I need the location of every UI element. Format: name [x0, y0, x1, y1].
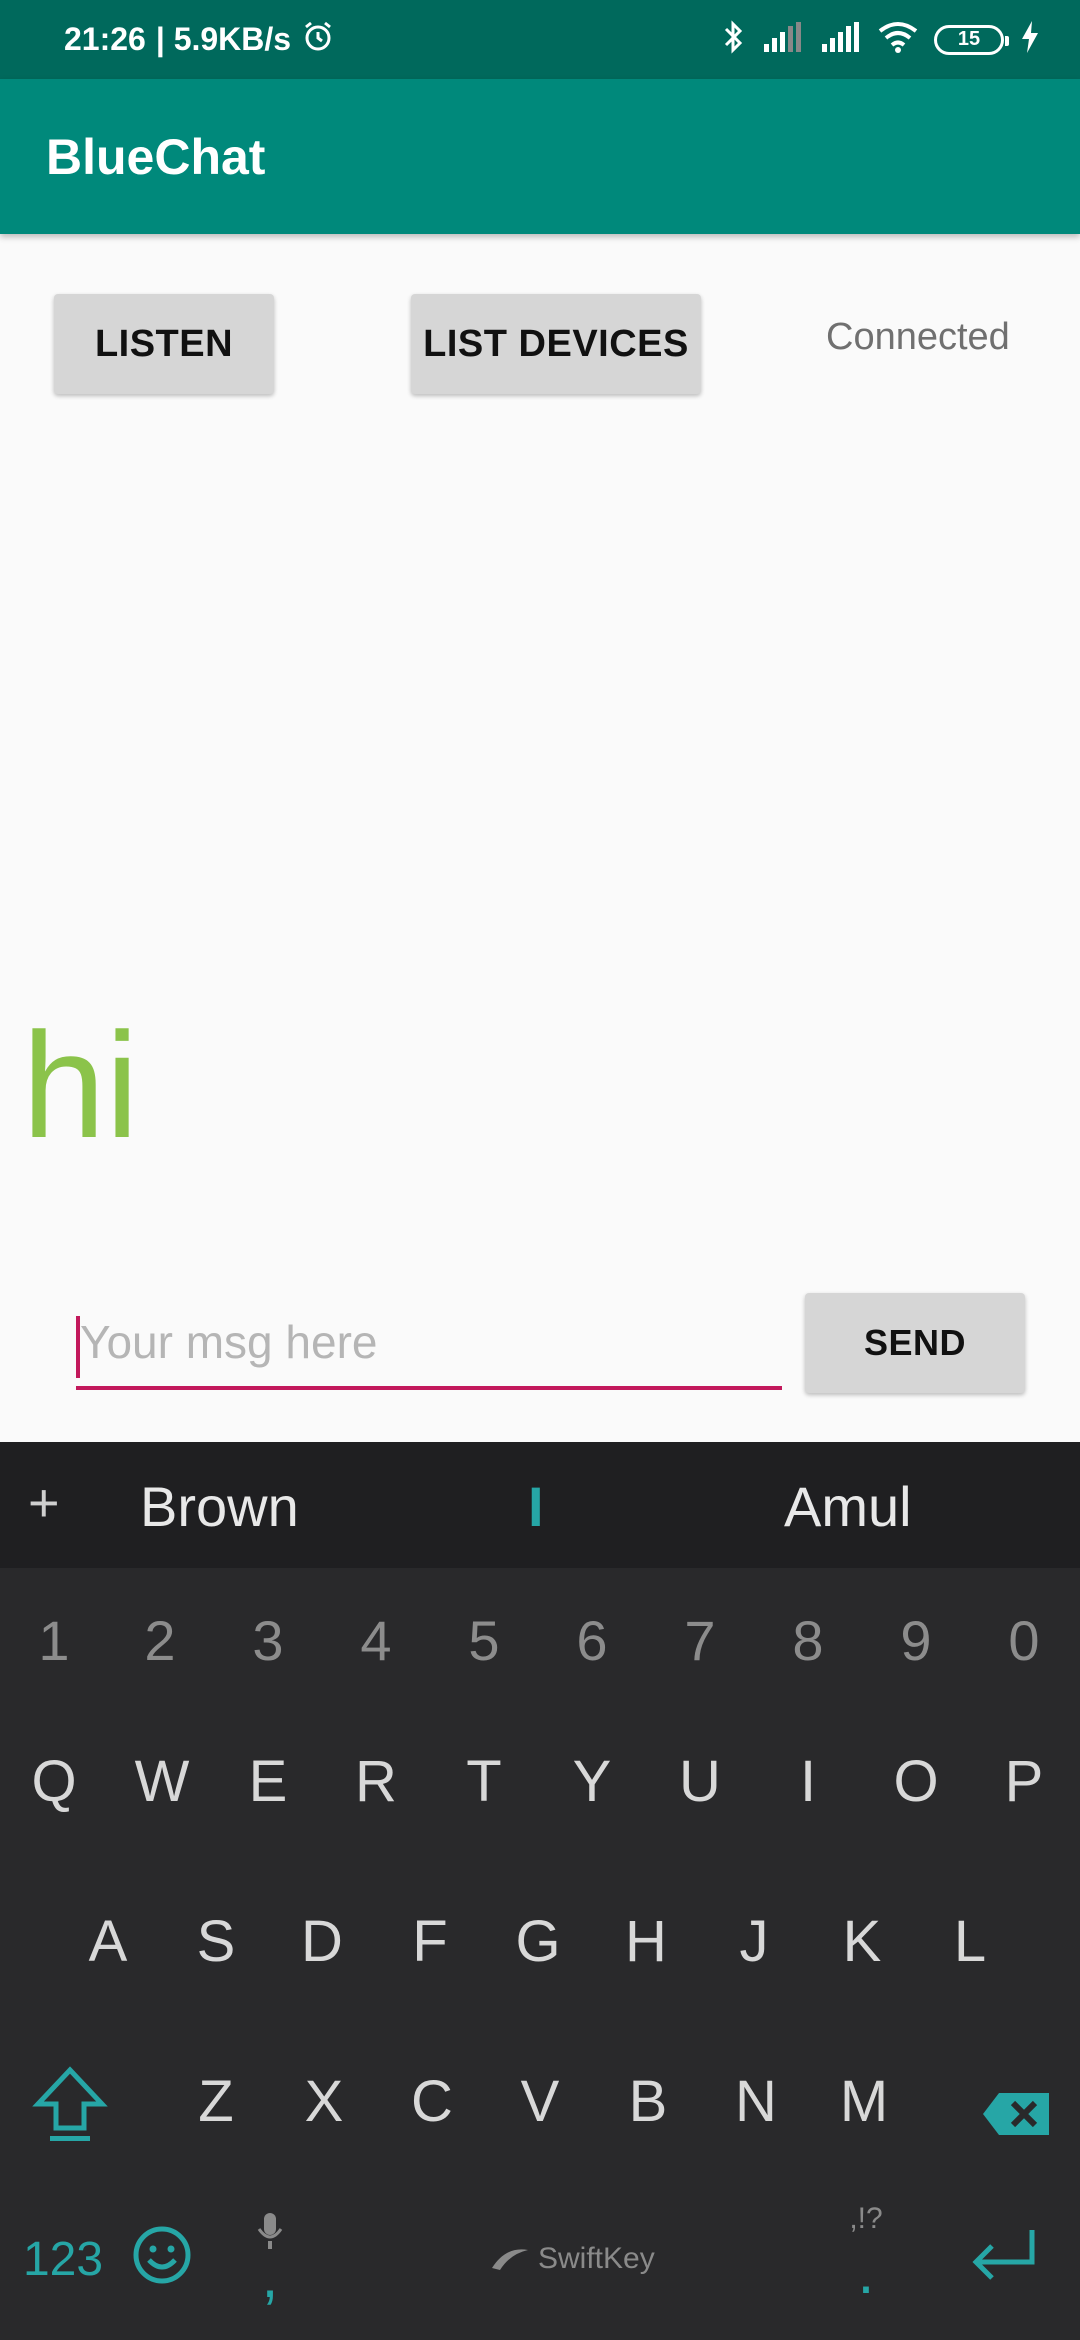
send-button[interactable]: SEND [805, 1293, 1025, 1393]
key-3[interactable]: 3 [228, 1608, 308, 1673]
text-caret [76, 1316, 80, 1378]
list-devices-button[interactable]: LIST DEVICES [411, 294, 701, 394]
key-e[interactable]: E [228, 1748, 308, 1815]
key-q[interactable]: Q [14, 1748, 94, 1815]
key-g[interactable]: G [498, 1908, 578, 1975]
key-p[interactable]: P [984, 1748, 1064, 1815]
key-1[interactable]: 1 [14, 1608, 94, 1673]
status-time: 21:26 [64, 21, 146, 57]
key-0[interactable]: 0 [984, 1608, 1064, 1673]
battery-level: 15 [957, 28, 981, 50]
suggestion-3[interactable]: Amul [784, 1474, 912, 1539]
swiftkey-logo: SwiftKey [488, 2242, 655, 2276]
toolbar-plus-icon[interactable]: + [28, 1472, 60, 1534]
key-t[interactable]: T [444, 1748, 524, 1815]
signal-icon-2 [820, 22, 862, 57]
key-b[interactable]: B [608, 2068, 688, 2135]
alarm-icon [301, 19, 335, 61]
key-f[interactable]: F [390, 1908, 470, 1975]
key-h[interactable]: H [606, 1908, 686, 1975]
app-title: BlueChat [46, 128, 266, 185]
screen: 21:26 | 5.9KB/s 15 BlueChat LISTEN LIST … [0, 0, 1080, 2340]
key-5[interactable]: 5 [444, 1608, 524, 1673]
key-n[interactable]: N [716, 2068, 796, 2135]
key-c[interactable]: C [392, 2068, 472, 2135]
emoji-icon[interactable] [122, 2224, 202, 2300]
status-network-speed: | 5.9KB/s [155, 21, 292, 57]
key-a[interactable]: A [68, 1908, 148, 1975]
key-x[interactable]: X [284, 2068, 364, 2135]
suggestion-bar: + Brown I Amul [0, 1442, 1080, 1568]
signal-icon-1 [762, 22, 804, 57]
key-o[interactable]: O [876, 1748, 956, 1815]
shift-icon[interactable] [30, 2064, 110, 2158]
key-z[interactable]: Z [176, 2068, 256, 2135]
key-4[interactable]: 4 [336, 1608, 416, 1673]
message-input[interactable] [76, 1298, 782, 1386]
key-7[interactable]: 7 [660, 1608, 740, 1673]
status-right: 15 [722, 19, 1040, 60]
key-6[interactable]: 6 [552, 1608, 632, 1673]
bluetooth-icon [722, 19, 746, 60]
key-l[interactable]: L [930, 1908, 1010, 1975]
suggestion-2[interactable]: I [528, 1474, 544, 1539]
app-bar: BlueChat [0, 79, 1080, 234]
key-v[interactable]: V [500, 2068, 580, 2135]
charging-icon [1020, 21, 1040, 58]
received-message: hi [22, 1001, 139, 1169]
key-k[interactable]: K [822, 1908, 902, 1975]
message-input-container [76, 1298, 782, 1390]
backspace-icon[interactable] [972, 2084, 1062, 2151]
status-bar: 21:26 | 5.9KB/s 15 [0, 0, 1080, 79]
key-i[interactable]: I [768, 1748, 848, 1815]
period-key[interactable]: . [826, 2238, 906, 2307]
key-j[interactable]: J [714, 1908, 794, 1975]
connection-status: Connected [826, 316, 1010, 358]
status-left: 21:26 | 5.9KB/s [64, 19, 335, 61]
key-y[interactable]: Y [552, 1748, 632, 1815]
key-9[interactable]: 9 [876, 1608, 956, 1673]
comma-key[interactable]: , [230, 2242, 310, 2311]
key-8[interactable]: 8 [768, 1608, 848, 1673]
key-d[interactable]: D [282, 1908, 362, 1975]
listen-button[interactable]: LISTEN [54, 294, 274, 394]
wifi-icon [878, 21, 918, 58]
battery-indicator: 15 [934, 24, 1009, 55]
swiftkey-brand-label: SwiftKey [538, 2242, 655, 2275]
keyboard: + Brown I Amul 1 2 3 4 5 6 7 8 9 0 Q W E… [0, 1442, 1080, 2340]
key-w[interactable]: W [122, 1748, 202, 1815]
key-2[interactable]: 2 [120, 1608, 200, 1673]
suggestion-1[interactable]: Brown [140, 1474, 299, 1539]
enter-icon[interactable] [958, 2226, 1048, 2300]
key-s[interactable]: S [176, 1908, 256, 1975]
key-r[interactable]: R [336, 1748, 416, 1815]
symbols-key[interactable]: 123 [8, 2232, 118, 2287]
key-u[interactable]: U [660, 1748, 740, 1815]
key-m[interactable]: M [824, 2068, 904, 2135]
punctuation-hint: ,!? [849, 2202, 883, 2235]
